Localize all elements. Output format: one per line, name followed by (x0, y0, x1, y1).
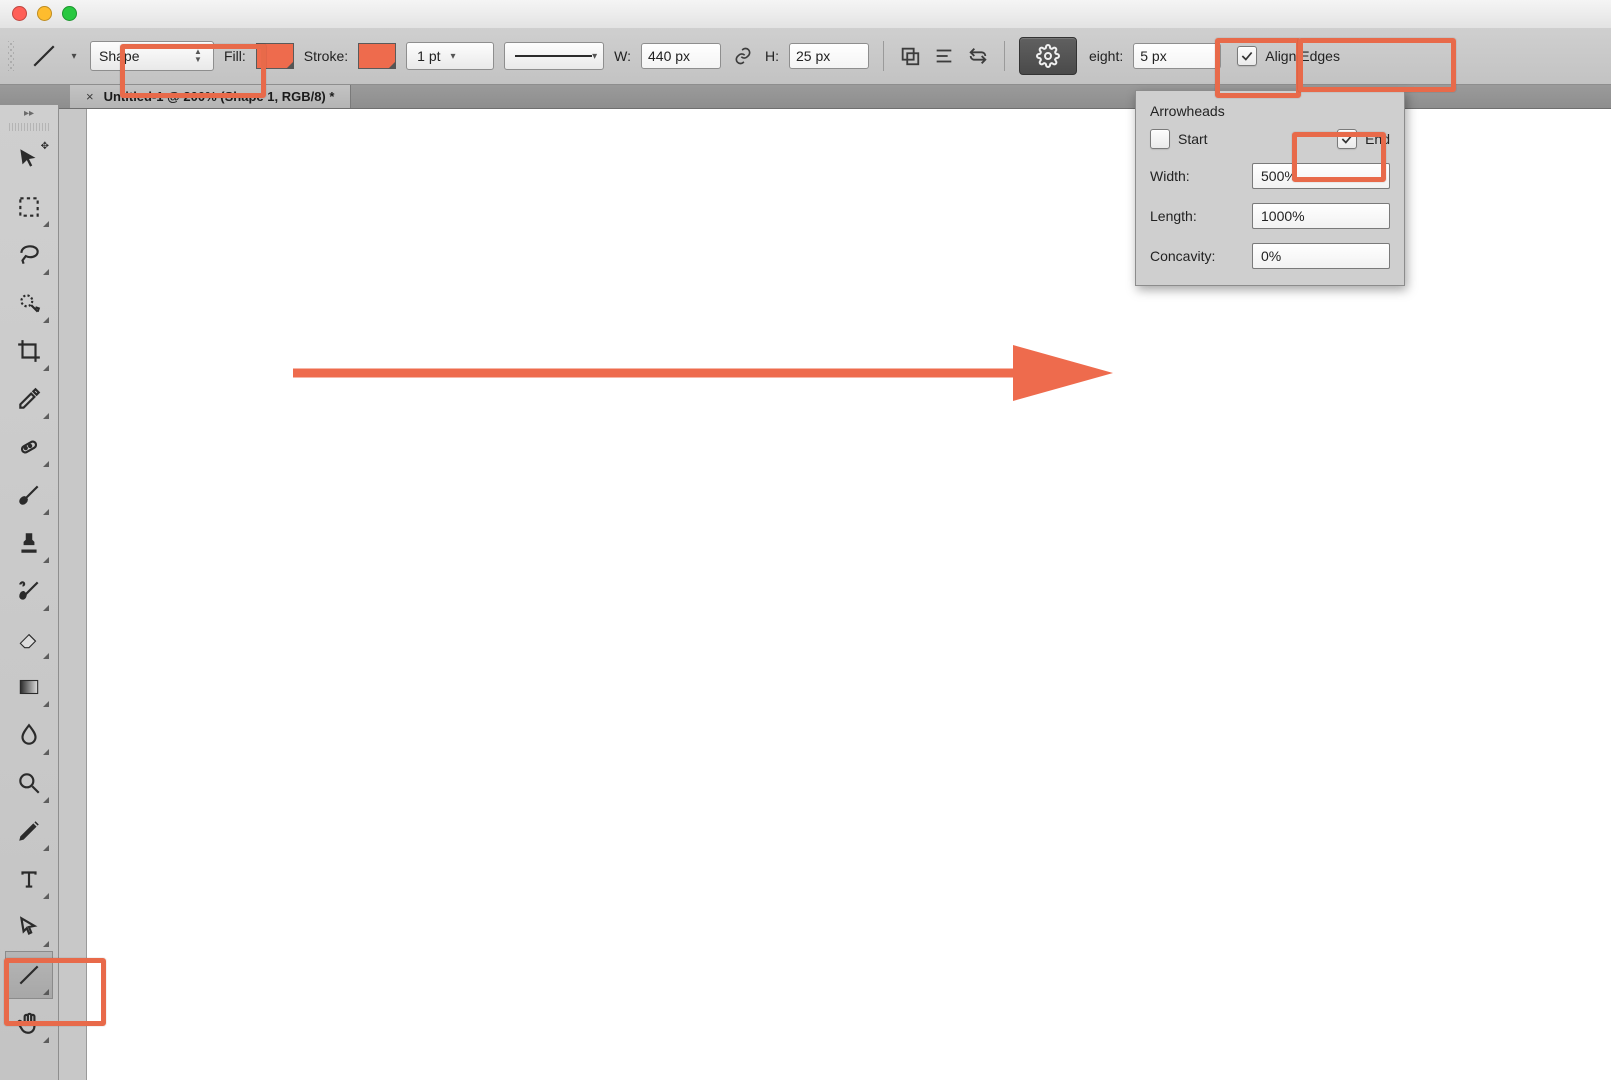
geometry-options-button[interactable] (1019, 37, 1077, 75)
arrowhead-width-value: 500% (1261, 168, 1297, 184)
quick-select-tool[interactable] (5, 279, 53, 327)
arrowhead-width-input[interactable]: 500% (1252, 163, 1390, 189)
height-label: H: (765, 48, 779, 64)
eraser-tool[interactable] (5, 615, 53, 663)
align-edges-label: Align Edges (1265, 48, 1340, 64)
stroke-swatch[interactable] (358, 43, 396, 69)
tool-mode-label: Shape (99, 48, 139, 64)
popover-title: Arrowheads (1150, 103, 1390, 119)
tools-panel: ▸▸ ✥ (0, 105, 59, 1080)
document-title: Untitled-1 @ 200% (Shape 1, RGB/8) * (104, 89, 335, 104)
tool-mode-dropdown[interactable]: Shape ▲▼ (90, 41, 214, 71)
options-bar-grip[interactable] (8, 41, 14, 71)
history-brush-tool[interactable] (5, 567, 53, 615)
tool-options-bar: ▾ Shape ▲▼ Fill: Stroke: 1 pt ▾ ▾ W: 440… (0, 28, 1611, 85)
window-titlebar (0, 0, 1611, 29)
close-window-icon[interactable] (12, 6, 27, 21)
move-tool[interactable]: ✥ (5, 135, 53, 183)
stroke-weight-value: 1 pt (417, 48, 440, 64)
minimize-window-icon[interactable] (37, 6, 52, 21)
divider (1004, 41, 1005, 71)
stroke-style-preview (515, 55, 592, 57)
height-value: 25 px (796, 48, 830, 64)
fill-swatch[interactable] (256, 43, 294, 69)
panel-grip[interactable] (9, 123, 49, 131)
arrowhead-concavity-label: Concavity: (1150, 248, 1215, 264)
width-input[interactable]: 440 px (641, 43, 721, 69)
weight-value: 5 px (1140, 48, 1166, 64)
document-tab[interactable]: × Untitled-1 @ 200% (Shape 1, RGB/8) * (70, 84, 351, 108)
marquee-tool[interactable] (5, 183, 53, 231)
active-tool-line-icon (30, 42, 58, 70)
stroke-weight-dropdown[interactable]: 1 pt ▾ (406, 42, 494, 70)
canvas-pasteboard (58, 108, 87, 1080)
fill-label: Fill: (224, 48, 246, 64)
geometry-options-popover: Arrowheads Start End Width: 500% Length:… (1135, 90, 1405, 286)
eyedropper-tool[interactable] (5, 375, 53, 423)
path-align-icon[interactable] (932, 44, 956, 68)
arrowhead-length-value: 1000% (1261, 208, 1305, 224)
line-shape-tool[interactable] (5, 951, 53, 999)
arrowhead-width-label: Width: (1150, 168, 1190, 184)
arrowhead-end-label: End (1365, 131, 1390, 147)
blur-tool[interactable] (5, 711, 53, 759)
zoom-tool[interactable] (5, 759, 53, 807)
chevron-down-icon: ▾ (451, 51, 456, 62)
width-value: 440 px (648, 48, 690, 64)
weight-input[interactable]: 5 px (1133, 43, 1221, 69)
stroke-style-dropdown[interactable]: ▾ (504, 42, 604, 70)
stroke-label: Stroke: (304, 48, 348, 64)
crop-tool[interactable] (5, 327, 53, 375)
gradient-tool[interactable] (5, 663, 53, 711)
hand-tool[interactable] (5, 999, 53, 1047)
stamp-tool[interactable] (5, 519, 53, 567)
lasso-tool[interactable] (5, 231, 53, 279)
type-tool[interactable] (5, 855, 53, 903)
direct-select-tool[interactable] (5, 903, 53, 951)
shape-layer-arrow[interactable] (293, 333, 1113, 413)
arrowhead-start-checkbox[interactable] (1150, 129, 1170, 149)
link-dimensions-icon[interactable] (731, 44, 755, 68)
dropdown-stepper-icon: ▲▼ (191, 48, 205, 64)
pen-tool[interactable] (5, 807, 53, 855)
weight-label: eight: (1089, 48, 1123, 64)
width-label: W: (614, 48, 631, 64)
close-tab-icon[interactable]: × (86, 89, 94, 104)
arrowhead-concavity-input[interactable]: 0% (1252, 243, 1390, 269)
tool-preset-caret-icon[interactable]: ▾ (68, 44, 80, 68)
divider (883, 41, 884, 71)
heal-tool[interactable] (5, 423, 53, 471)
expand-panel-icon[interactable]: ▸▸ (0, 105, 58, 119)
chevron-down-icon: ▾ (592, 51, 597, 62)
arrowhead-length-label: Length: (1150, 208, 1197, 224)
arrowhead-length-input[interactable]: 1000% (1252, 203, 1390, 229)
brush-tool[interactable] (5, 471, 53, 519)
align-edges-checkbox[interactable] (1237, 46, 1257, 66)
path-combine-icon[interactable] (898, 44, 922, 68)
arrowhead-start-label: Start (1178, 131, 1208, 147)
zoom-window-icon[interactable] (62, 6, 77, 21)
arrowhead-end-checkbox[interactable] (1337, 129, 1357, 149)
height-input[interactable]: 25 px (789, 43, 869, 69)
path-arrange-icon[interactable] (966, 44, 990, 68)
traffic-lights (12, 6, 77, 21)
arrowhead-concavity-value: 0% (1261, 248, 1281, 264)
